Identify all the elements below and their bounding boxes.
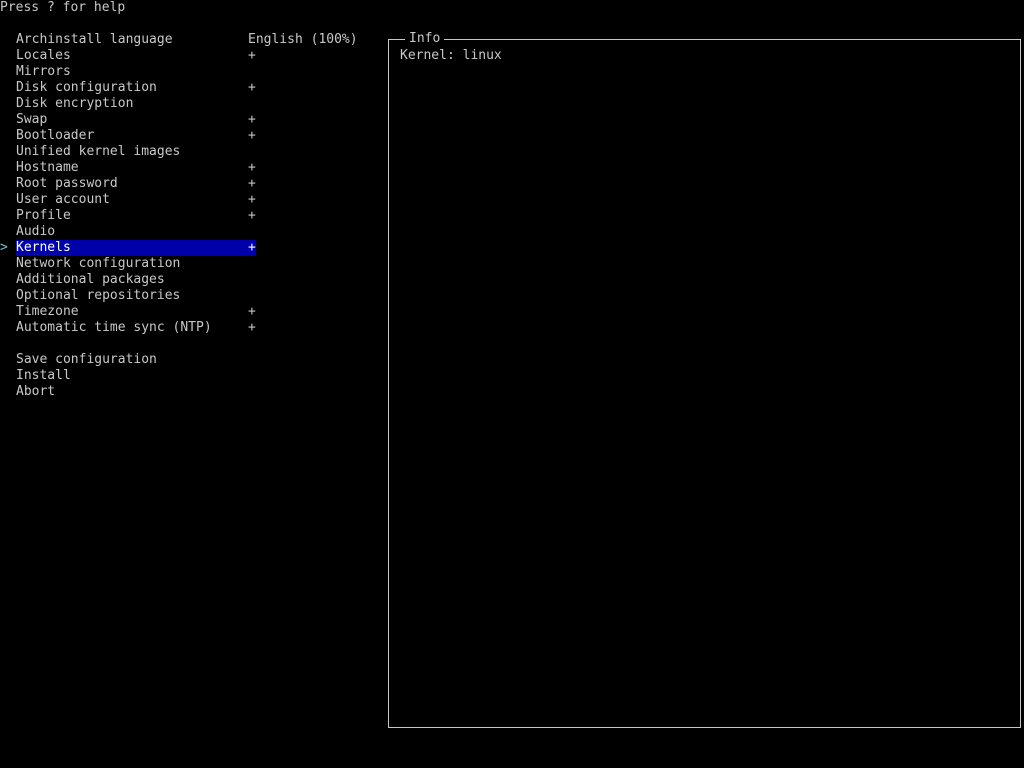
help-hint: Press ? for help — [0, 0, 126, 15]
menu-item-label: Unified kernel images — [16, 144, 181, 159]
menu-item-label: Kernels — [16, 240, 71, 255]
menu-action-abort[interactable]: Abort — [0, 384, 380, 400]
menu-item-label: Root password — [16, 176, 118, 191]
menu-item-configured-mark: + — [248, 208, 256, 223]
menu-item-optional-repositories[interactable]: Optional repositories — [0, 288, 380, 304]
menu-item-label: Optional repositories — [16, 288, 181, 303]
menu-item-label: Additional packages — [16, 272, 165, 287]
menu-item-hostname[interactable]: Hostname + — [0, 160, 380, 176]
menu-item-label: Network configuration — [16, 256, 181, 271]
menu-item-configured-mark: + — [248, 192, 256, 207]
menu-item-disk-configuration[interactable]: Disk configuration + — [0, 80, 380, 96]
info-panel-title: Info — [405, 31, 445, 47]
menu-item-automatic-time-sync[interactable]: Automatic time sync (NTP) + — [0, 320, 380, 336]
menu-item-label: Locales — [16, 48, 71, 63]
menu-item-disk-encryption[interactable]: Disk encryption — [0, 96, 380, 112]
menu-item-timezone[interactable]: Timezone + — [0, 304, 380, 320]
menu-item-kernels[interactable]: > Kernels + — [0, 240, 380, 256]
menu-item-configured-mark: + — [248, 128, 256, 143]
menu-item-label: Hostname — [16, 160, 79, 175]
menu-item-label: Mirrors — [16, 64, 71, 79]
menu-action-save-configuration[interactable]: Save configuration — [0, 352, 380, 368]
menu-item-configured-mark: + — [248, 304, 256, 319]
menu-item-label: Archinstall language — [16, 32, 173, 47]
info-panel: Info Kernel: linux — [388, 31, 1021, 728]
menu-action-label: Install — [16, 368, 71, 383]
menu-action-label: Abort — [16, 384, 56, 399]
menu-action-label: Save configuration — [16, 352, 157, 367]
menu-item-label: Audio — [16, 224, 56, 239]
menu-item-label: Timezone — [16, 304, 79, 319]
menu-item-archinstall-language[interactable]: Archinstall language English (100%) — [0, 32, 380, 48]
menu-item-label: Profile — [16, 208, 71, 223]
menu-item-label: User account — [16, 192, 110, 207]
menu-item-value: English (100%) — [248, 32, 358, 47]
menu-item-unified-kernel-images[interactable]: Unified kernel images — [0, 144, 380, 160]
menu-item-user-account[interactable]: User account + — [0, 192, 380, 208]
menu-item-configured-mark: + — [248, 80, 256, 95]
menu-item-label: Swap — [16, 112, 48, 127]
menu-item-label: Automatic time sync (NTP) — [16, 320, 212, 335]
menu-item-label: Bootloader — [16, 128, 95, 143]
menu-item-additional-packages[interactable]: Additional packages — [0, 272, 380, 288]
menu-item-locales[interactable]: Locales + — [0, 48, 380, 64]
menu-item-configured-mark: + — [248, 240, 256, 255]
menu-item-profile[interactable]: Profile + — [0, 208, 380, 224]
menu-item-configured-mark: + — [248, 112, 256, 127]
menu-item-audio[interactable]: Audio — [0, 224, 380, 240]
menu-item-swap[interactable]: Swap + — [0, 112, 380, 128]
menu-item-mirrors[interactable]: Mirrors — [0, 64, 380, 80]
menu-item-root-password[interactable]: Root password + — [0, 176, 380, 192]
selection-cursor-icon: > — [0, 240, 8, 255]
menu-item-bootloader[interactable]: Bootloader + — [0, 128, 380, 144]
menu-action-install[interactable]: Install — [0, 368, 380, 384]
menu-item-network-configuration[interactable]: Network configuration — [0, 256, 380, 272]
menu-item-configured-mark: + — [248, 160, 256, 175]
menu-item-label: Disk configuration — [16, 80, 157, 95]
menu-item-configured-mark: + — [248, 320, 256, 335]
menu-item-configured-mark: + — [248, 176, 256, 191]
info-panel-text: Kernel: linux — [400, 48, 502, 63]
menu-item-configured-mark: + — [248, 48, 256, 63]
menu-item-label: Disk encryption — [16, 96, 134, 111]
